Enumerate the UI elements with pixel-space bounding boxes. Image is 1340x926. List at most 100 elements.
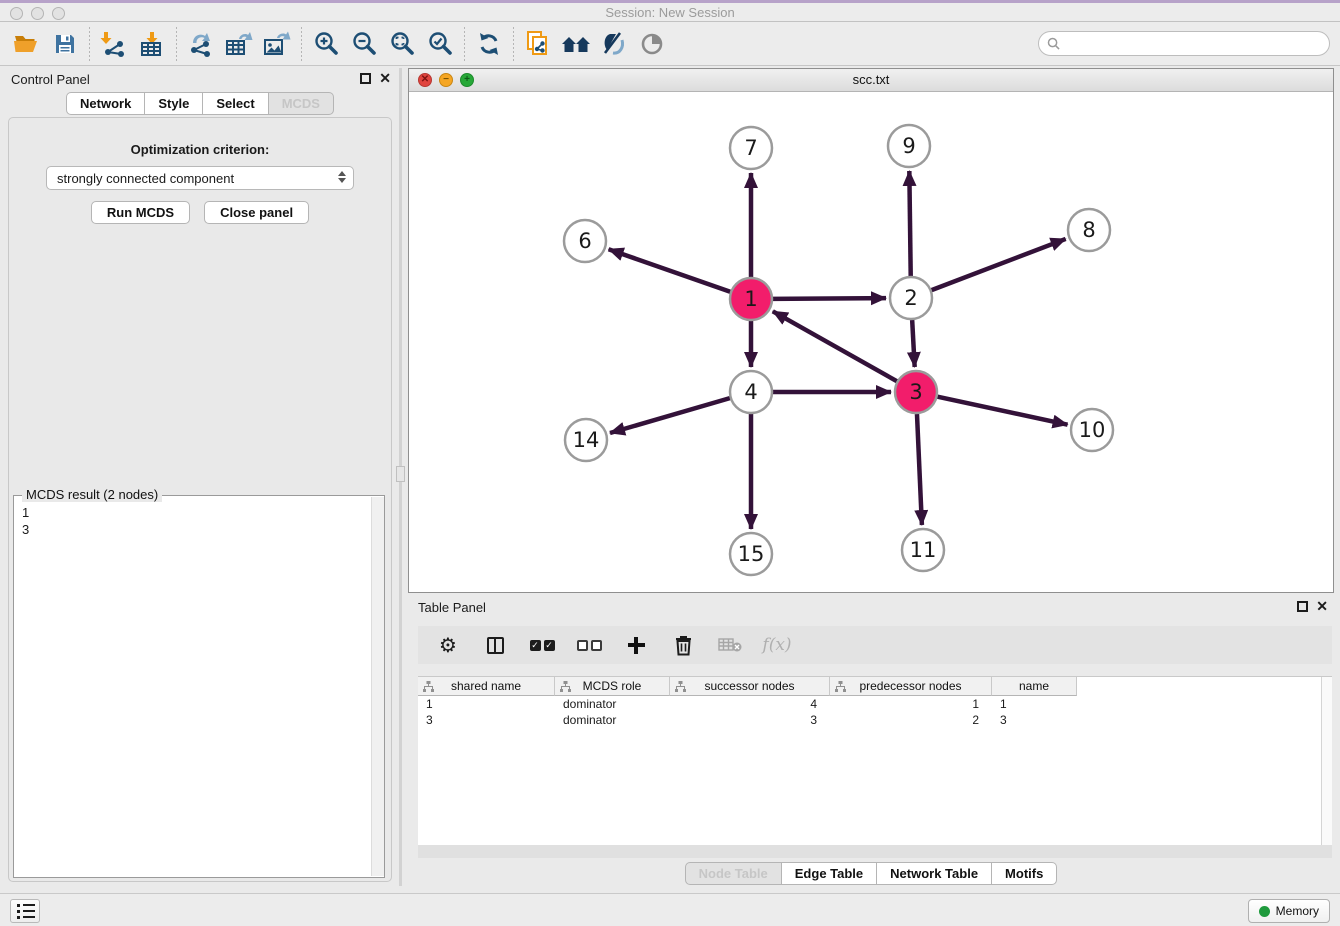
table-toolbar: ⚙ ✓✓ f(x) (418, 626, 1332, 664)
zoom-in-icon[interactable] (307, 26, 345, 62)
select-all-icon[interactable]: ✓✓ (530, 632, 554, 658)
network-edge[interactable] (773, 311, 897, 381)
table-row[interactable]: 1dominator411 (418, 696, 1332, 712)
show-network-overview-icon[interactable] (633, 26, 671, 62)
task-history-icon[interactable] (10, 899, 40, 923)
table-tab-node-table[interactable]: Node Table (685, 862, 782, 885)
table-panel-title: Table Panel (418, 600, 486, 615)
table-cell[interactable]: 4 (670, 696, 830, 712)
delete-table-icon[interactable] (718, 632, 742, 658)
mcds-result-list[interactable]: 13 (14, 500, 370, 877)
control-panel-title: Control Panel (11, 72, 90, 87)
column-header-predecessor-nodes[interactable]: predecessor nodes (830, 677, 992, 696)
table-cell[interactable]: 1 (830, 696, 992, 712)
network-graph[interactable]: 7968124314101511 (409, 92, 1333, 592)
close-panel-icon[interactable]: ✕ (379, 73, 391, 84)
close-frame-button[interactable]: ✕ (418, 73, 432, 87)
network-node-label: 7 (744, 136, 757, 160)
table-tab-motifs[interactable]: Motifs (992, 862, 1057, 885)
tab-mcds[interactable]: MCDS (269, 92, 334, 115)
network-canvas[interactable]: 7968124314101511 (409, 92, 1333, 592)
table-cell[interactable]: 3 (418, 712, 555, 728)
float-table-panel-icon[interactable] (1297, 601, 1308, 612)
mcds-result-scrollbar[interactable] (371, 497, 384, 876)
network-edge[interactable] (609, 249, 731, 291)
criterion-select[interactable]: strongly connected component (46, 166, 354, 190)
network-node-label: 9 (902, 134, 915, 158)
close-panel-button[interactable]: Close panel (204, 201, 309, 224)
toggle-graphics-details-icon[interactable] (595, 26, 633, 62)
search-field[interactable] (1038, 31, 1330, 56)
table-cell[interactable]: 3 (670, 712, 830, 728)
network-edge[interactable] (917, 414, 922, 525)
export-image-icon[interactable] (258, 26, 296, 62)
network-node-label: 11 (910, 538, 937, 562)
apply-function-icon[interactable]: f(x) (765, 632, 789, 658)
maximize-frame-button[interactable]: + (460, 73, 474, 87)
save-session-icon[interactable] (46, 26, 84, 62)
table-rows: 1dominator4113dominator323 (418, 696, 1332, 728)
table-scrollbar[interactable] (1321, 677, 1332, 845)
column-header-successor-nodes[interactable]: successor nodes (670, 677, 830, 696)
table-cell[interactable]: dominator (555, 696, 670, 712)
import-table-icon[interactable] (133, 26, 171, 62)
duplicate-network-icon[interactable] (519, 26, 557, 62)
table-cell[interactable]: 3 (992, 712, 1077, 728)
window-title: Session: New Session (0, 5, 1340, 20)
zoom-fit-icon[interactable] (383, 26, 421, 62)
memory-label: Memory (1276, 904, 1319, 918)
memory-button[interactable]: Memory (1248, 899, 1330, 923)
tab-network[interactable]: Network (66, 92, 145, 115)
network-edge[interactable] (912, 320, 915, 367)
search-input[interactable] (1060, 37, 1329, 51)
run-mcds-button[interactable]: Run MCDS (91, 201, 190, 224)
float-panel-icon[interactable] (360, 73, 371, 84)
splitter-grip[interactable] (396, 466, 405, 482)
table-panel-header: Table Panel ✕ (408, 596, 1334, 620)
optimization-criterion-label: Optimization criterion: (9, 142, 391, 157)
export-network-icon[interactable] (182, 26, 220, 62)
tab-select[interactable]: Select (203, 92, 268, 115)
column-header-name[interactable]: name (992, 677, 1077, 696)
table-cell[interactable]: 2 (830, 712, 992, 728)
network-edge[interactable] (909, 171, 910, 276)
zoom-out-icon[interactable] (345, 26, 383, 62)
column-header-MCDS-role[interactable]: MCDS role (555, 677, 670, 696)
zoom-selected-icon[interactable] (421, 26, 459, 62)
column-header-shared-name[interactable]: shared name (418, 677, 555, 696)
table-header-row: shared nameMCDS rolesuccessor nodesprede… (418, 677, 1332, 696)
add-column-icon[interactable] (624, 632, 648, 658)
table-cell[interactable]: 1 (992, 696, 1077, 712)
mcds-result-item: 1 (22, 504, 362, 521)
table-tabs: Node TableEdge TableNetwork TableMotifs (408, 862, 1334, 885)
export-table-icon[interactable] (220, 26, 258, 62)
network-edge[interactable] (938, 397, 1068, 425)
mcds-tab-content: Optimization criterion: strongly connect… (8, 117, 392, 882)
control-panel-tabs: NetworkStyleSelectMCDS (3, 92, 397, 115)
window-titlebar: Session: New Session (0, 0, 1340, 22)
deselect-all-icon[interactable] (577, 632, 601, 658)
table-cell[interactable]: 1 (418, 696, 555, 712)
refresh-icon[interactable] (470, 26, 508, 62)
control-panel-header: Control Panel ✕ (3, 68, 397, 92)
tab-style[interactable]: Style (145, 92, 203, 115)
network-edge[interactable] (932, 239, 1066, 290)
node-table: shared nameMCDS rolesuccessor nodesprede… (418, 676, 1332, 845)
panel-splitter[interactable] (399, 68, 402, 886)
import-network-icon[interactable] (95, 26, 133, 62)
open-session-icon[interactable] (8, 26, 46, 62)
table-tab-edge-table[interactable]: Edge Table (782, 862, 877, 885)
delete-column-icon[interactable] (671, 632, 695, 658)
table-row[interactable]: 3dominator323 (418, 712, 1332, 728)
table-cell[interactable]: dominator (555, 712, 670, 728)
table-settings-icon[interactable]: ⚙ (436, 632, 460, 658)
table-tab-network-table[interactable]: Network Table (877, 862, 992, 885)
minimize-frame-button[interactable]: − (439, 73, 453, 87)
network-node-label: 8 (1082, 218, 1095, 242)
network-window-titlebar[interactable]: ✕ − + scc.txt (409, 69, 1333, 92)
home-view-icon[interactable] (557, 26, 595, 62)
split-columns-icon[interactable] (483, 632, 507, 658)
network-edge[interactable] (610, 398, 730, 433)
close-table-panel-icon[interactable]: ✕ (1316, 601, 1328, 612)
network-edge[interactable] (773, 298, 886, 299)
